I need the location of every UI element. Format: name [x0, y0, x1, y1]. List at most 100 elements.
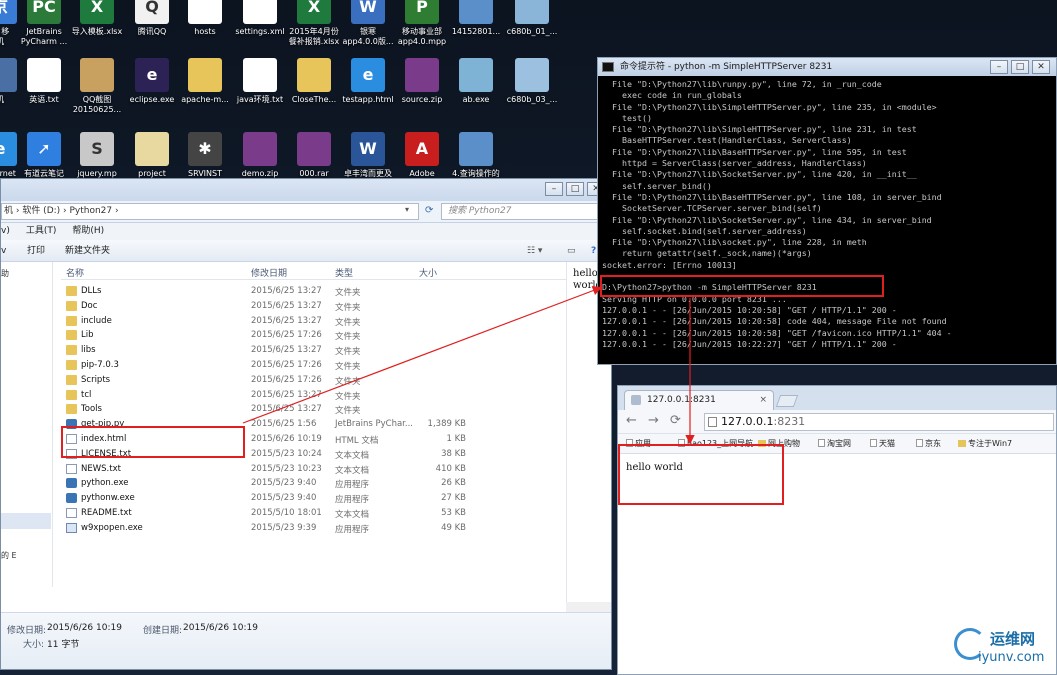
view-options-icon[interactable]: ☷ ▾: [527, 240, 542, 262]
desktop-icon[interactable]: X 导入模板.xlsx: [67, 0, 127, 37]
bookmark-item[interactable]: 天猫: [870, 438, 895, 449]
toolbar-partial[interactable]: v: [1, 240, 6, 262]
file-size: 26 KB: [441, 478, 466, 489]
desktop-icon[interactable]: A Adobe: [392, 132, 452, 179]
desktop-icon[interactable]: Sjquery.mp: [67, 132, 127, 179]
file-row[interactable]: Tools 2015/6/25 13:27 文件夹: [61, 402, 471, 417]
desktop-icon[interactable]: X 2015年4月份 餐补报销.xlsx: [284, 0, 344, 47]
file-row[interactable]: pythonw.exe 2015/5/23 9:40 应用程序 27 KB: [61, 491, 471, 506]
nav-selected-item[interactable]: [1, 513, 51, 529]
column-name[interactable]: 名称: [66, 266, 84, 279]
desktop-icon[interactable]: project: [122, 132, 182, 179]
file-row[interactable]: pip-7.0.3 2015/6/25 17:26 文件夹: [61, 358, 471, 373]
cmd-minimize-button[interactable]: –: [990, 60, 1008, 74]
desktop-icon[interactable]: PC JetBrains PyCharm ...: [14, 0, 74, 47]
file-row[interactable]: Doc 2015/6/25 13:27 文件夹: [61, 299, 471, 314]
python-icon: [66, 478, 77, 489]
folder-icon: [958, 440, 966, 447]
refresh-icon[interactable]: ⟳: [425, 205, 433, 216]
column-type[interactable]: 类型: [335, 266, 353, 279]
desktop-icon[interactable]: 英语.txt: [14, 58, 74, 105]
desktop-icon[interactable]: c680b_03_...: [502, 58, 562, 105]
tab-close-icon[interactable]: ×: [759, 391, 767, 409]
new-folder-button[interactable]: 新建文件夹: [65, 240, 110, 262]
created-label: 创建日期:: [143, 626, 183, 636]
file-name: Doc: [81, 300, 98, 311]
desktop-icon[interactable]: W 银寒 app4.0.0版...: [338, 0, 398, 47]
desktop-icon[interactable]: W 卓丰湾而更及: [338, 132, 398, 179]
desktop-icon[interactable]: Q 腾讯QQ: [122, 0, 182, 37]
file-row[interactable]: README.txt 2015/5/10 18:01 文本文档 53 KB: [61, 506, 471, 521]
desktop-icon[interactable]: CloseThe...: [284, 58, 344, 105]
file-row[interactable]: Lib 2015/6/25 17:26 文件夹: [61, 328, 471, 343]
file-type: 文件夹: [335, 332, 361, 343]
preview-pane-icon[interactable]: ▭: [567, 240, 576, 262]
new-tab-button[interactable]: [775, 395, 799, 407]
annotation-box-index-html: [61, 426, 245, 458]
nav-item-partial-2[interactable]: 的 E: [1, 550, 17, 561]
file-row[interactable]: tcl 2015/6/25 13:27 文件夹: [61, 388, 471, 403]
menu-item-help[interactable]: 帮助(H): [72, 223, 104, 240]
console-output[interactable]: File "D:\Python27\lib\runpy.py", line 72…: [602, 79, 1054, 364]
bookmark-item[interactable]: 京东: [916, 438, 941, 449]
desktop-icon[interactable]: demo.zip: [230, 132, 290, 179]
file-row[interactable]: Scripts 2015/6/25 17:26 文件夹: [61, 373, 471, 388]
browser-tab[interactable]: 127.0.0.1:8231 ×: [624, 390, 774, 410]
minimize-button[interactable]: –: [545, 182, 563, 196]
console-line: File "D:\Python27\lib\SocketServer.py", …: [602, 169, 917, 180]
reload-icon[interactable]: ⟳: [670, 413, 681, 428]
file-type: 文件夹: [335, 317, 361, 328]
desktop-icon[interactable]: 14152801...: [446, 0, 506, 37]
preview-scrollbar[interactable]: [566, 602, 611, 612]
forward-icon[interactable]: →: [648, 413, 659, 428]
back-icon[interactable]: ←: [626, 413, 637, 428]
file-row[interactable]: DLLs 2015/6/25 13:27 文件夹: [61, 284, 471, 299]
file-date: 2015/5/23 10:24: [251, 448, 322, 459]
breadcrumb[interactable]: 机 › 软件 (D:) › Python27 ›: [1, 203, 419, 220]
desktop-icon[interactable]: ✱ SRVINST: [175, 132, 235, 179]
address-dropdown-icon[interactable]: ▾: [405, 205, 409, 214]
desktop-icon[interactable]: ab.exe: [446, 58, 506, 105]
desktop-icon[interactable]: java环境.txt: [230, 58, 290, 105]
desktop-icon[interactable]: e testapp.html: [338, 58, 398, 105]
desktop-icon[interactable]: ➚ 有道云笔记: [14, 132, 74, 179]
menu-item-view[interactable]: v): [1, 223, 10, 240]
desktop-icon[interactable]: e eclipse.exe: [122, 58, 182, 105]
file-row[interactable]: w9xpopen.exe 2015/5/23 9:39 应用程序 49 KB: [61, 521, 471, 536]
cmd-maximize-button[interactable]: □: [1011, 60, 1029, 74]
search-input[interactable]: 搜索 Python27: [441, 203, 609, 220]
file-row[interactable]: python.exe 2015/5/23 9:40 应用程序 26 KB: [61, 476, 471, 491]
bookmark-item[interactable]: 淘宝网: [818, 438, 851, 449]
file-row[interactable]: include 2015/6/25 13:27 文件夹: [61, 314, 471, 329]
console-line: return getattr(self._sock,name)(*args): [602, 248, 812, 259]
desktop-icon[interactable]: 4.查询操作的: [446, 132, 506, 179]
page-info-icon[interactable]: [708, 417, 717, 427]
desktop-icon[interactable]: 000.rar: [284, 132, 344, 179]
file-name: pythonw.exe: [81, 493, 135, 504]
url-bar[interactable]: 127.0.0.1:8231: [704, 413, 1054, 431]
folder-icon: [297, 58, 331, 92]
desktop-icon[interactable]: P 移动事业部 app4.0.mpp: [392, 0, 452, 47]
desktop-icon[interactable]: source.zip: [392, 58, 452, 105]
cmd-close-button[interactable]: ✕: [1032, 60, 1050, 74]
desktop-icon[interactable]: c680b_01_...: [502, 0, 562, 37]
folder-icon: [66, 360, 77, 370]
file-name: README.txt: [81, 508, 132, 518]
nav-item-partial[interactable]: 助: [1, 268, 9, 279]
desktop-icon[interactable]: apache-m...: [175, 58, 235, 105]
column-date[interactable]: 修改日期: [251, 266, 287, 279]
file-row[interactable]: libs 2015/6/25 13:27 文件夹: [61, 343, 471, 358]
created-value: 2015/6/26 10:19: [183, 623, 258, 633]
explorer-address-row: 机 › 软件 (D:) › Python27 › ▾ ⟳ 搜索 Python27: [1, 201, 611, 223]
menu-item-tools[interactable]: 工具(T): [26, 223, 57, 240]
file-row[interactable]: NEWS.txt 2015/5/23 10:23 文本文档 410 KB: [61, 462, 471, 477]
maximize-button[interactable]: □: [566, 182, 584, 196]
desktop-icon[interactable]: settings.xml: [230, 0, 290, 37]
column-size[interactable]: 大小: [419, 266, 437, 279]
help-icon[interactable]: ?: [591, 240, 596, 262]
desktop-icon[interactable]: QQ截图 20150625...: [67, 58, 127, 115]
desktop-icon[interactable]: hosts: [175, 0, 235, 37]
details-pane: 修改日期: 2015/6/26 10:19 创建日期: 2015/6/26 10…: [1, 612, 611, 669]
print-button[interactable]: 打印: [27, 240, 45, 262]
bookmark-item[interactable]: 专注于Win7: [958, 438, 1012, 449]
